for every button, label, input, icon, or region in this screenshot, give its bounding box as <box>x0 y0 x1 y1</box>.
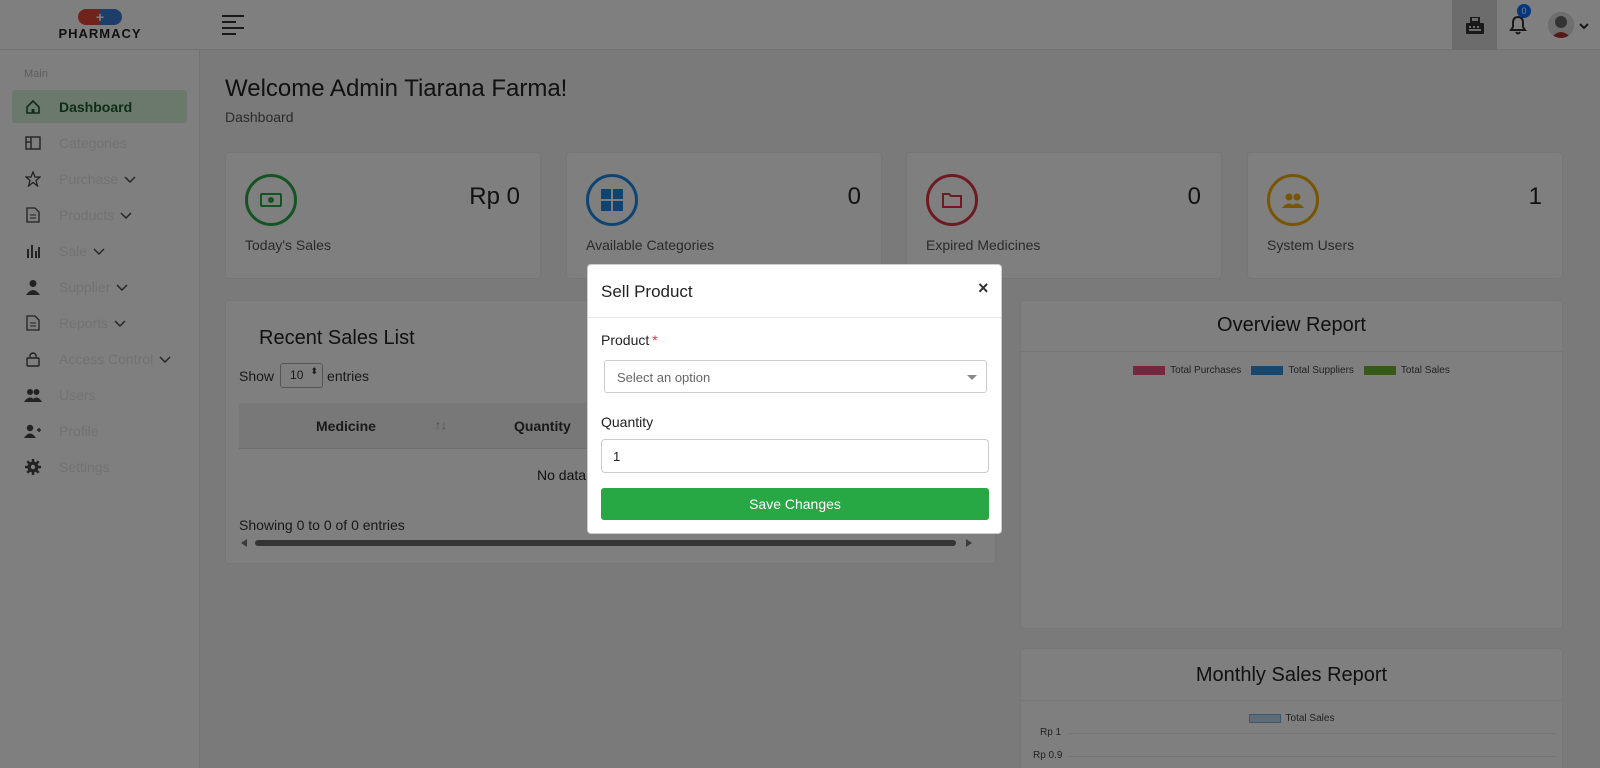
quantity-label: Quantity <box>601 414 654 430</box>
sell-product-modal: Sell Product × Product * Select an option… <box>587 264 1002 534</box>
divider <box>588 317 1001 318</box>
product-label-text: Product <box>601 332 650 348</box>
product-label: Product * <box>601 332 658 348</box>
chevron-down-icon <box>967 375 977 380</box>
quantity-input[interactable] <box>601 439 989 473</box>
product-select[interactable]: Select an option <box>604 360 987 393</box>
product-select-placeholder: Select an option <box>617 370 711 385</box>
required-marker: * <box>652 332 658 348</box>
modal-title: Sell Product <box>601 282 693 301</box>
close-icon[interactable]: × <box>978 278 989 299</box>
save-changes-button[interactable]: Save Changes <box>601 488 989 520</box>
